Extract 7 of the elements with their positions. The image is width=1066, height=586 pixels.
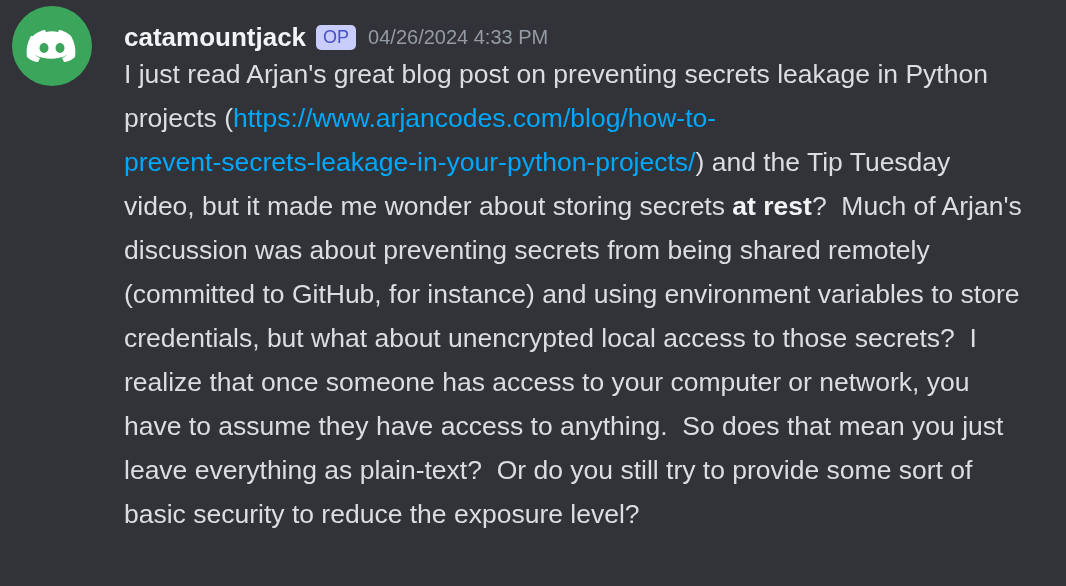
message-link[interactable]: prevent-secrets-leakage-in-your-python-projects/	[124, 147, 696, 177]
username[interactable]: catamountjack	[124, 21, 307, 53]
avatar-icon[interactable]	[12, 6, 92, 86]
op-badge: OP	[316, 24, 357, 50]
message-link[interactable]: https://www.arjancodes.com/blog/how-to-	[233, 103, 717, 133]
message-text: I just read Arjan's great blog post on preventing secrets leakage in Python projects (https://www.arjancodes.com/blog/how-to- prevent-secrets-leakage-in-your-python-projects/) and the Tip Tuesday video, but it made me wonder about storing secrets at rest? Much of Arjan's discussion was about preventing secrets from being shared remotely (committed to GitHub, for instance) and using environment variables to store credentials, but what about unencrypted local access to those secrets? I realize that once someone has access to your computer or network, you have to assume they have access to anything. So does that mean you just leave everything as plain-text? Or do you still try to provide some sort of basic security to reduce the exposure level?	[124, 58, 1023, 531]
timestamp: 04/26/2024 4:33 PM	[368, 25, 549, 49]
